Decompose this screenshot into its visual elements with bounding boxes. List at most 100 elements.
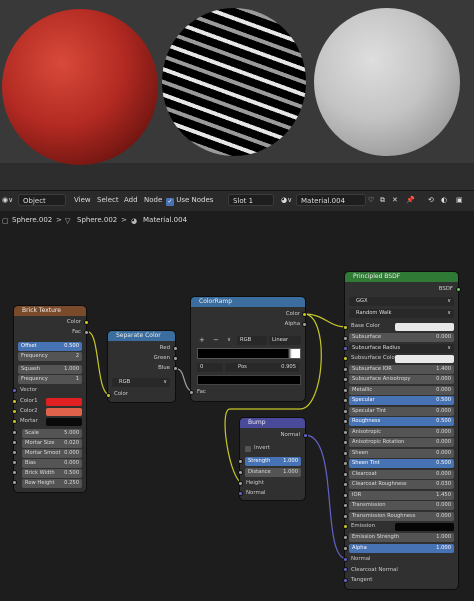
separate-color-title[interactable]: Separate Color <box>108 331 175 341</box>
brick-color2-socket[interactable] <box>12 409 17 414</box>
brick-width-socket[interactable] <box>12 470 17 475</box>
bsdf-metallic-socket[interactable] <box>343 388 348 393</box>
ramp-add-button[interactable]: + <box>199 336 205 345</box>
bsdf-subsurface-aniso-field[interactable]: Subsurface Anisotropy 0.000 <box>349 375 454 384</box>
bsdf-transmission-roughness-socket[interactable] <box>343 514 348 519</box>
bsdf-clearcoat-roughness-field[interactable]: Clearcoat Roughness 0.030 <box>349 480 454 489</box>
bsdf-subsurface-aniso-socket[interactable] <box>343 377 348 382</box>
ramp-gradient-bar[interactable] <box>197 348 301 359</box>
separate-blue-socket[interactable] <box>173 366 178 371</box>
brick-mortar-size-socket[interactable] <box>12 440 17 445</box>
bsdf-emission-swatch[interactable] <box>395 523 454 531</box>
brick-mortar-swatch[interactable] <box>46 418 82 426</box>
brick-scale-field[interactable]: Scale 5.000 <box>22 429 82 438</box>
separate-color-node[interactable]: Separate Color Red Green Blue RGB ∨ Color <box>108 331 175 402</box>
bsdf-aniso-rotation-field[interactable]: Anisotropic Rotation 0.000 <box>349 438 454 447</box>
bsdf-subsurface-socket[interactable] <box>343 336 348 341</box>
brick-color2-swatch[interactable] <box>46 408 82 416</box>
bsdf-ior-field[interactable]: IOR 1.450 <box>349 491 454 500</box>
bsdf-emission-strength-field[interactable]: Emission Strength 1.000 <box>349 533 454 542</box>
bsdf-subsurface-ior-field[interactable]: Subsurface IOR 1.400 <box>349 365 454 374</box>
brick-mortar-socket[interactable] <box>12 419 17 424</box>
bump-strength-socket[interactable] <box>238 459 243 464</box>
ramp-fac-socket[interactable] <box>189 390 194 395</box>
bsdf-specular-tint-socket[interactable] <box>343 409 348 414</box>
bsdf-sheen-socket[interactable] <box>343 451 348 456</box>
brick-mortar-smooth-socket[interactable] <box>12 450 17 455</box>
bsdf-sheen-tint-socket[interactable] <box>343 461 348 466</box>
brick-width-field[interactable]: Brick Width 0.500 <box>22 469 82 478</box>
brick-frequency-field[interactable]: Frequency 2 <box>18 352 82 361</box>
bsdf-base-color-swatch[interactable] <box>395 323 454 331</box>
bump-distance-field[interactable]: Distance 1.000 <box>245 468 301 477</box>
bsdf-specular-field[interactable]: Specular 0.500 <box>349 396 454 405</box>
separate-green-socket[interactable] <box>173 356 178 361</box>
bump-title[interactable]: Bump <box>240 418 305 428</box>
bsdf-tangent-socket[interactable] <box>343 578 348 583</box>
bsdf-specular-socket[interactable] <box>343 398 348 403</box>
bsdf-subsurface-radius-dropdown[interactable]: Subsurface Radius ∨ <box>349 344 454 353</box>
bsdf-title[interactable]: Principled BSDF <box>345 272 458 282</box>
brick-texture-node[interactable]: Brick Texture Color Fac Offset 0.500 Freq… <box>14 306 86 492</box>
bsdf-sheen-tint-field[interactable]: Sheen Tint 0.500 <box>349 459 454 468</box>
brick-mortar-size-field[interactable]: Mortar Size 0.020 <box>22 439 82 448</box>
bsdf-alpha-socket[interactable] <box>343 546 348 551</box>
brick-color-out-socket[interactable] <box>84 320 89 325</box>
separate-color-socket[interactable] <box>106 393 111 398</box>
bsdf-roughness-field[interactable]: Roughness 0.500 <box>349 417 454 426</box>
brick-bias-field[interactable]: Bias 0.000 <box>22 459 82 468</box>
brick-texture-title[interactable]: Brick Texture <box>14 306 86 316</box>
bsdf-clearcoat-socket[interactable] <box>343 472 348 477</box>
ramp-pos-field[interactable]: Pos 0.905 <box>225 363 299 372</box>
ramp-alpha-out-socket[interactable] <box>302 322 307 327</box>
bsdf-transmission-socket[interactable] <box>343 503 348 508</box>
bsdf-clearcoat-roughness-socket[interactable] <box>343 482 348 487</box>
bsdf-anisotropic-socket[interactable] <box>343 430 348 435</box>
bump-normal-in-socket[interactable] <box>238 491 243 496</box>
bsdf-emission-socket[interactable] <box>343 524 348 529</box>
ramp-interp-dropdown[interactable]: Linear <box>269 336 301 345</box>
colorramp-node[interactable]: ColorRamp Color Alpha + − ∨ RGB Linear 0… <box>191 297 305 401</box>
brick-bias-socket[interactable] <box>12 460 17 465</box>
bsdf-subsurface-field[interactable]: Subsurface 0.000 <box>349 333 454 342</box>
bsdf-specular-tint-field[interactable]: Specular Tint 0.000 <box>349 407 454 416</box>
bump-node[interactable]: Bump Normal Invert Strength 1.000 Distanc… <box>240 418 305 500</box>
brick-color1-socket[interactable] <box>12 399 17 404</box>
bsdf-subsurface-color-swatch[interactable] <box>395 355 454 363</box>
brick-squash-frequency-field[interactable]: Frequency 1 <box>18 375 82 384</box>
separate-mode-dropdown[interactable]: RGB ∨ <box>112 378 170 387</box>
ramp-color-mode-dropdown[interactable]: RGB <box>237 336 267 345</box>
bsdf-aniso-rotation-socket[interactable] <box>343 440 348 445</box>
brick-mortar-smooth-field[interactable]: Mortar Smoot 0.000 <box>22 449 82 458</box>
brick-fac-out-socket[interactable] <box>84 330 89 335</box>
bump-invert-checkbox[interactable] <box>245 446 251 452</box>
brick-row-height-field[interactable]: Row Height 0.250 <box>22 479 82 488</box>
brick-color1-swatch[interactable] <box>46 398 82 406</box>
bump-strength-field[interactable]: Strength 1.000 <box>245 457 301 466</box>
bsdf-anisotropic-field[interactable]: Anisotropic 0.000 <box>349 428 454 437</box>
bsdf-transmission-field[interactable]: Transmission 0.000 <box>349 501 454 510</box>
colorramp-title[interactable]: ColorRamp <box>191 297 305 307</box>
bsdf-roughness-socket[interactable] <box>343 419 348 424</box>
ramp-menu-button[interactable]: ∨ <box>227 336 231 345</box>
bsdf-subsurface-radius-socket[interactable] <box>343 346 348 351</box>
bsdf-clearcoat-field[interactable]: Clearcoat 0.000 <box>349 470 454 479</box>
ramp-color-out-socket[interactable] <box>302 312 307 317</box>
principled-bsdf-node[interactable]: Principled BSDF BSDF GGX ∨ Random Walk ∨ B… <box>345 272 458 589</box>
bsdf-ior-socket[interactable] <box>343 493 348 498</box>
brick-vector-socket[interactable] <box>12 388 17 393</box>
bsdf-distribution-dropdown[interactable]: GGX ∨ <box>349 297 454 306</box>
bump-height-socket[interactable] <box>238 481 243 486</box>
bsdf-sheen-field[interactable]: Sheen 0.000 <box>349 449 454 458</box>
bsdf-out-socket[interactable] <box>456 287 461 292</box>
ramp-stop-color-swatch[interactable] <box>197 375 301 385</box>
brick-squash-field[interactable]: Squash 1.000 <box>18 365 82 374</box>
bump-normal-out-socket[interactable] <box>303 433 308 438</box>
bsdf-subsurface-ior-socket[interactable] <box>343 367 348 372</box>
bump-distance-socket[interactable] <box>238 470 243 475</box>
ramp-stop-index-field[interactable]: 0 <box>197 363 223 372</box>
brick-offset-field[interactable]: Offset 0.500 <box>18 342 82 351</box>
bsdf-clearcoat-normal-socket[interactable] <box>343 567 348 572</box>
bsdf-emission-strength-socket[interactable] <box>343 535 348 540</box>
bsdf-transmission-roughness-field[interactable]: Transmission Roughness 0.000 <box>349 512 454 521</box>
